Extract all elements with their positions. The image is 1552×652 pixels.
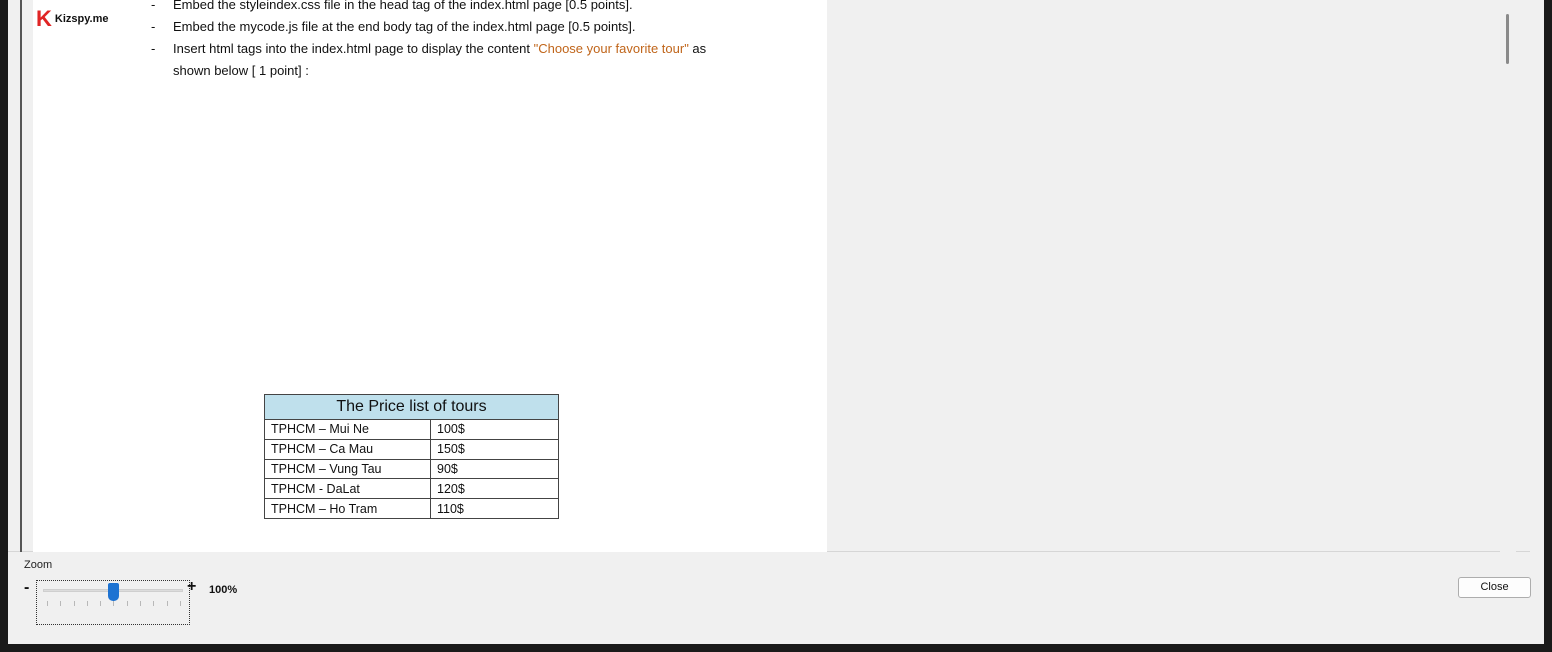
- instruction-text: Insert html tags into the index.html pag…: [173, 41, 534, 56]
- instruction-line-3: Insert html tags into the index.html pag…: [173, 41, 706, 56]
- slider-tick: [179, 601, 181, 606]
- route-cell: TPHCM – Ca Mau: [264, 438, 431, 460]
- document-page: K Kizspy.me - Embed the styleindex.css f…: [33, 0, 827, 552]
- route-cell: TPHCM – Ho Tram: [264, 498, 431, 519]
- highlighted-content: "Choose your favorite tour": [533, 41, 689, 56]
- table-row: TPHCM – Mui Ne 100$: [264, 419, 559, 440]
- slider-tick: [166, 601, 168, 606]
- route-cell: TPHCM - DaLat: [264, 478, 431, 500]
- table-row: TPHCM – Ho Tram 110$: [264, 498, 559, 519]
- route-cell: TPHCM – Mui Ne: [264, 419, 431, 440]
- price-cell: 110$: [430, 498, 559, 519]
- bullet-marker: -: [151, 41, 156, 56]
- bullet-marker: -: [151, 19, 156, 34]
- logo-text: Kizspy.me: [54, 13, 109, 25]
- slider-tick: [153, 601, 155, 606]
- slider-tick: [60, 601, 62, 606]
- instruction-text-end: as: [688, 41, 707, 56]
- slider-tick: [126, 601, 128, 606]
- slider-tick: [113, 601, 115, 606]
- vertical-scrollbar[interactable]: [1500, 0, 1516, 552]
- print-preview-window: K Kizspy.me - Embed the styleindex.css f…: [8, 0, 1544, 644]
- document-viewer[interactable]: K Kizspy.me - Embed the styleindex.css f…: [8, 0, 1530, 552]
- zoom-slider[interactable]: [36, 580, 190, 625]
- zoom-minus-icon: -: [24, 579, 30, 596]
- table-row: TPHCM - DaLat 120$: [264, 478, 559, 500]
- close-button[interactable]: Close: [1458, 577, 1531, 598]
- logo-mark: K: [36, 6, 52, 31]
- table-row: TPHCM – Vung Tau 90$: [264, 458, 559, 480]
- slider-tick: [140, 601, 142, 606]
- price-cell: 120$: [430, 478, 559, 500]
- zoom-label: Zoom: [24, 559, 53, 571]
- bullet-marker: -: [151, 0, 156, 12]
- logo: K Kizspy.me: [36, 8, 108, 30]
- slider-tick: [73, 601, 75, 606]
- instruction-line-1: Embed the styleindex.css file in the hea…: [173, 0, 633, 12]
- price-table: The Price list of tours TPHCM – Mui Ne 10…: [264, 394, 559, 519]
- slider-tick: [47, 601, 48, 606]
- zoom-value: 100%: [209, 584, 238, 596]
- price-cell: 150$: [430, 438, 559, 460]
- zoom-slider-ticks: [47, 601, 181, 607]
- price-table-title: The Price list of tours: [264, 394, 559, 420]
- zoom-plus-icon: +: [187, 578, 197, 595]
- instruction-line-2: Embed the mycode.js file at the end body…: [173, 19, 636, 34]
- slider-tick: [86, 601, 88, 606]
- zoom-slider-thumb[interactable]: [107, 583, 119, 601]
- table-row: TPHCM – Ca Mau 150$: [264, 438, 559, 460]
- slider-tick: [100, 601, 102, 606]
- price-cell: 100$: [430, 419, 559, 440]
- instruction-line-3-continuation: shown below [ 1 point] :: [173, 63, 309, 78]
- scrollbar-thumb[interactable]: [1506, 14, 1509, 64]
- price-cell: 90$: [430, 458, 559, 480]
- page-left-border: [20, 0, 22, 552]
- route-cell: TPHCM – Vung Tau: [264, 458, 431, 480]
